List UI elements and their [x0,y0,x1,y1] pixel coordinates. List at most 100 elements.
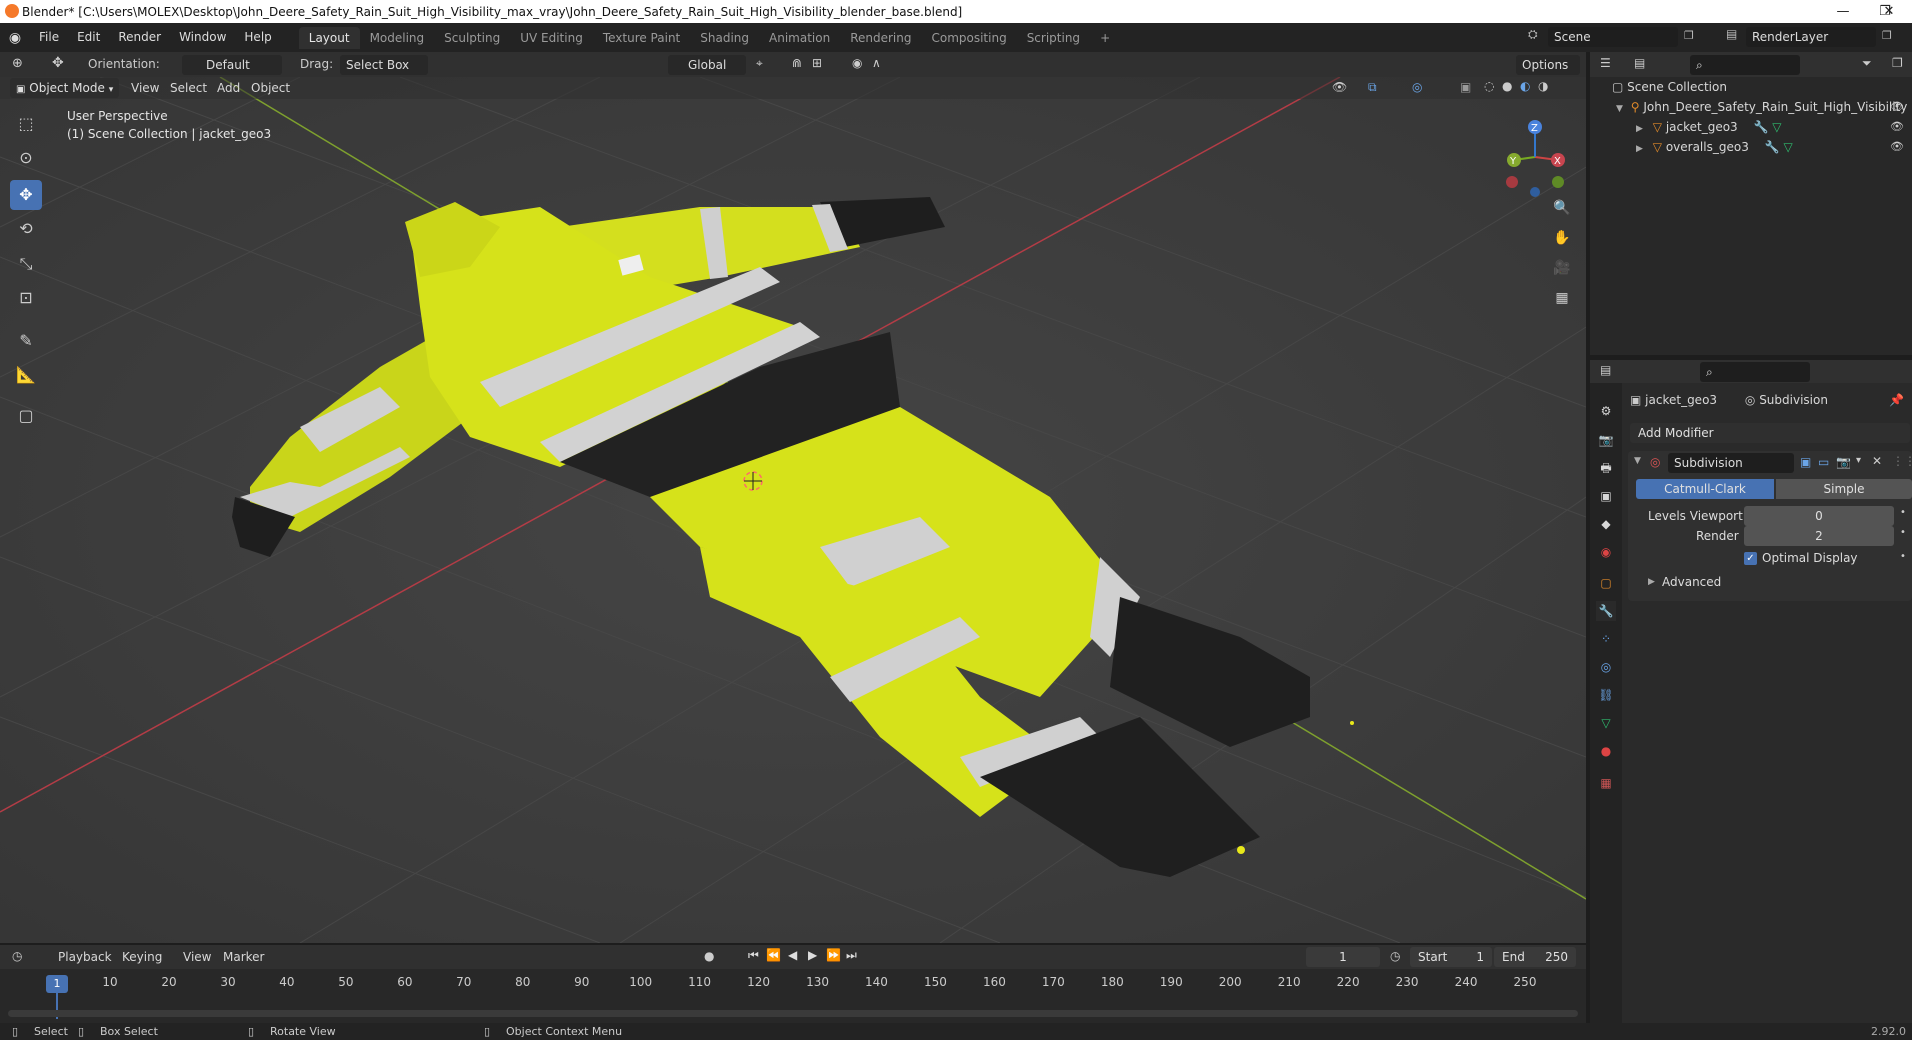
zoom-icon[interactable]: 🔍 [1549,195,1575,221]
frame-ruler[interactable]: 10 20 30 40 50 60 70 80 90 100 110 120 130 140 150 160 1… [0,975,1586,993]
tool-tab-icon[interactable]: ⚙ [1596,401,1616,421]
eye-icon[interactable]: 👁 [1890,137,1904,157]
3d-viewport[interactable]: User Perspective (1) Scene Collection | … [0,77,1586,943]
record-icon[interactable]: ● [704,949,714,963]
transform-orientation-dropdown[interactable]: Global [668,55,746,75]
menu-edit[interactable]: Edit [68,23,109,52]
texture-tab-icon[interactable]: ▦ [1596,773,1616,793]
scene-field[interactable]: Scene [1548,27,1678,47]
data-tab-icon[interactable]: ▽ [1596,713,1616,733]
viewport-toggle-icon[interactable]: ▭ [1818,455,1829,469]
minimize-button[interactable]: — [1820,0,1866,23]
solid-shading-icon[interactable]: ● [1502,79,1512,93]
play-reverse-icon[interactable]: ◀ [788,948,797,962]
tab-texture-paint[interactable]: Texture Paint [593,27,690,49]
add-cube-tool-icon[interactable]: ▢ [10,401,42,431]
timeline-menu-keying[interactable]: Keying [122,950,162,964]
filter-icon[interactable]: ⏷ [1862,56,1872,71]
modifier-name-field[interactable]: Subdivision [1668,453,1794,473]
display-mode-icon[interactable]: ▤ [1634,56,1645,70]
tab-shading[interactable]: Shading [690,27,759,49]
optimal-display-checkbox[interactable]: ✓ [1744,552,1757,565]
jump-keyframe-forward-icon[interactable]: ⏩ [826,948,841,962]
falloff-icon[interactable]: ∧ [872,56,881,70]
expand-right-icon[interactable]: ▶ [1636,144,1643,154]
menu-help[interactable]: Help [235,23,280,52]
eye-icon[interactable]: 👁 [1890,97,1904,117]
visibility-icon[interactable]: 👁 [1332,80,1347,94]
annotate-tool-icon[interactable]: ✎ [10,326,42,356]
wireframe-shading-icon[interactable]: ◌ [1484,79,1494,93]
add-workspace-button[interactable]: + [1090,27,1120,49]
tab-sculpting[interactable]: Sculpting [434,27,510,49]
levels-viewport-field[interactable]: 0 [1744,506,1894,526]
expand-right-icon[interactable]: ▶ [1648,577,1655,587]
timeline-menu-marker[interactable]: Marker [223,950,264,964]
modifier-tab-icon[interactable]: 🔧 [1596,601,1616,621]
simple-button[interactable]: Simple [1776,479,1912,499]
tool-icon[interactable]: ⊕ [12,56,23,71]
cursor-tool-icon[interactable]: ⊙ [10,143,42,173]
edit-mode-toggle-icon[interactable]: ▣ [1800,455,1811,469]
physics-tab-icon[interactable]: ◎ [1596,657,1616,677]
properties-search-input[interactable]: ⌕ [1700,362,1810,382]
viewport-menu-add[interactable]: Add [217,81,240,95]
view-layer-tab-icon[interactable]: ▣ [1596,486,1616,506]
snap-icon[interactable]: ⋒ [792,56,802,70]
render-tab-icon[interactable]: 📷 [1596,430,1616,450]
rendered-shading-icon[interactable]: ◑ [1538,79,1548,93]
outliner-object-row[interactable]: ▶ ▽ jacket_geo3 🔧 ▽ 👁 [1590,117,1912,137]
rotate-tool-icon[interactable]: ⟲ [10,214,42,244]
orientation-dropdown[interactable]: Default [182,55,282,75]
outliner-object-row[interactable]: ▶ ▽ overalls_geo3 🔧 ▽ 👁 [1590,137,1912,157]
add-modifier-button[interactable]: Add Modifier [1630,423,1910,443]
preview-range-icon[interactable]: ◷ [1390,949,1400,963]
scene-selector[interactable]: ⛭ Scene ❐ [1528,27,1708,47]
drag-dropdown[interactable]: Select Box [340,55,428,75]
perspective-grid-icon[interactable]: ▦ [1549,285,1575,311]
particles-tab-icon[interactable]: ⁘ [1596,629,1616,649]
options-dropdown[interactable]: Options [1516,55,1580,75]
tab-modeling[interactable]: Modeling [360,27,435,49]
modifier-dropdown-icon[interactable]: ▾ [1856,455,1861,466]
start-frame-field[interactable]: Start 1 [1410,947,1492,967]
pivot-icon[interactable]: ⌖ [756,56,763,71]
timeline-editor-icon[interactable]: ◷ [12,949,22,963]
new-scene-icon[interactable]: ❐ [1684,29,1694,42]
xray-icon[interactable]: ▣ [1460,80,1471,94]
playhead[interactable]: 1 [46,975,68,993]
collapse-icon[interactable]: ▼ [1634,456,1641,466]
end-frame-field[interactable]: End 250 [1494,947,1576,967]
play-icon[interactable]: ▶ [808,948,817,962]
snap-target-icon[interactable]: ⊞ [812,56,822,70]
expand-down-icon[interactable]: ▼ [1616,104,1623,114]
new-renderlayer-icon[interactable]: ❐ [1882,29,1892,42]
jump-keyframe-back-icon[interactable]: ⏪ [766,948,781,962]
timeline-menu-playback[interactable]: Playback [58,950,112,964]
jump-start-icon[interactable]: ⏮ [748,948,759,963]
gizmo-toggle-icon[interactable]: ⧉ [1368,80,1377,95]
renderlayer-selector[interactable]: ▤ RenderLayer ❐ [1726,27,1910,47]
tab-uv-editing[interactable]: UV Editing [510,27,593,49]
eye-icon[interactable]: 👁 [1890,117,1904,137]
object-mode-dropdown[interactable]: ▣ Object Mode ▾ [10,78,120,98]
current-frame-field[interactable]: 1 [1306,947,1380,967]
constraints-tab-icon[interactable]: ⛓ [1596,685,1616,705]
transform-tool-icon[interactable]: ⊡ [10,283,42,313]
tab-compositing[interactable]: Compositing [921,27,1016,49]
advanced-subpanel[interactable]: Advanced [1662,575,1721,589]
render-toggle-icon[interactable]: 📷 [1836,455,1851,469]
measure-tool-icon[interactable]: 📐 [10,360,42,390]
keyframe-dot-icon[interactable]: • [1900,507,1906,518]
overlay-toggle-icon[interactable]: ◎ [1412,80,1422,94]
jump-end-icon[interactable]: ⏭ [846,948,857,963]
catmull-clark-button[interactable]: Catmull-Clark [1636,479,1774,499]
tab-scripting[interactable]: Scripting [1017,27,1090,49]
output-tab-icon[interactable]: 🖶 [1596,458,1616,478]
drag-handle-icon[interactable]: ⋮⋮ [1892,454,1912,468]
renderlayer-field[interactable]: RenderLayer [1746,27,1876,47]
pin-icon[interactable]: 📌 [1889,393,1904,407]
proportional-edit-icon[interactable]: ◉ [852,56,862,70]
move-tool-button[interactable]: ✥ [10,180,42,210]
navigation-gizmo[interactable]: X Y Z [1490,112,1570,202]
